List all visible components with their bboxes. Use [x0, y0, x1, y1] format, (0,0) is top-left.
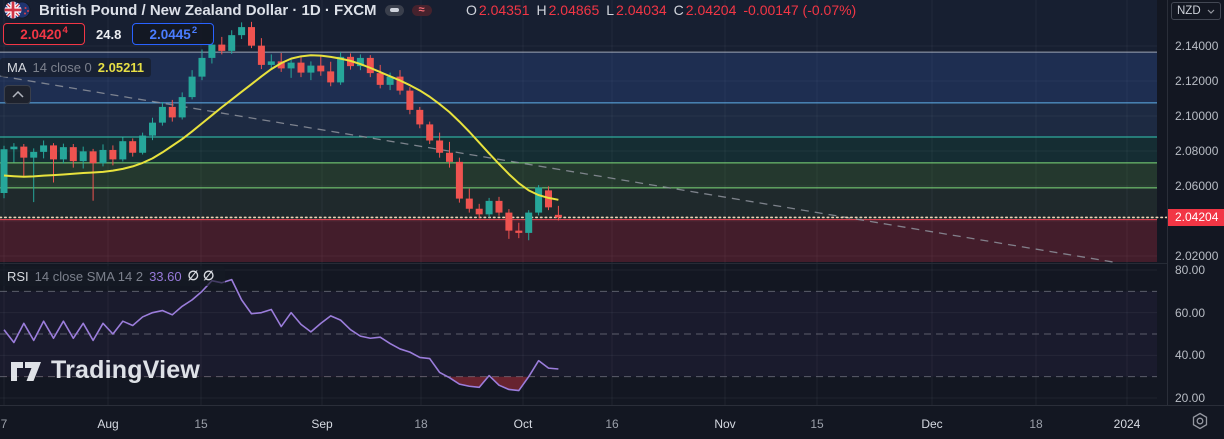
time-axis-label: 16 — [605, 417, 619, 431]
sell-button[interactable]: 2.0420 4 — [3, 23, 85, 45]
trade-widget: 2.0420 4 24.8 2.0445 2 — [3, 23, 215, 45]
time-axis-label: Dec — [921, 417, 943, 431]
price-axis-label: 2.14000 — [1175, 39, 1219, 53]
rsi-value: 33.60 — [149, 268, 182, 284]
rsi-legend[interactable]: RSI 14 close SMA 14 2 33.60 ∅∅ — [0, 266, 226, 286]
collapse-pane-button[interactable] — [4, 85, 31, 104]
rsi-params: 14 close SMA 14 2 — [34, 268, 144, 284]
last-price-label: 2.04204 — [1168, 208, 1224, 226]
spread-value: 24.8 — [96, 26, 122, 42]
time-axis-label: Sep — [311, 417, 333, 431]
pane-separator[interactable] — [0, 263, 1224, 264]
tradingview-logo-icon — [11, 361, 41, 381]
ma-params: 14 close 0 — [32, 60, 92, 75]
legend-dash-toggle-icon[interactable] — [384, 4, 404, 16]
ma-legend[interactable]: MA 14 close 0 2.05211 — [0, 58, 152, 77]
close-label: C — [673, 2, 684, 18]
time-axis-label: Aug — [97, 417, 119, 431]
currency-label: NZD — [1177, 5, 1201, 17]
change-value: -0.00147 (-0.07%) — [743, 2, 857, 18]
price-axis-label: 2.10000 — [1175, 109, 1219, 123]
buy-button[interactable]: 2.0445 2 — [132, 23, 215, 45]
open-label: O — [466, 2, 477, 18]
high-value: 2.04865 — [548, 2, 600, 18]
time-axis-label: Oct — [513, 417, 533, 431]
price-axis-label: 60.00 — [1175, 306, 1206, 320]
price-axis-label: 2.02000 — [1175, 249, 1219, 263]
symbol-title[interactable]: British Pound / New Zealand Dollar · 1D … — [39, 2, 377, 19]
gbp-nzd-flags-icon — [4, 1, 31, 19]
ohlc-readout: O 2.04351 H 2.04865 L 2.04034 C 2.04204 -0.0… — [466, 2, 856, 18]
high-label: H — [536, 2, 547, 18]
currency-selector[interactable]: NZD — [1171, 2, 1221, 20]
chevron-up-icon — [11, 91, 24, 98]
time-axis[interactable]: 7 Aug 15 Sep 18 Oct 16 Nov 15 Dec 18 2024 — [0, 405, 1224, 439]
time-axis-label: 15 — [194, 417, 208, 431]
ma-name: MA — [7, 60, 27, 75]
price-axis-label: 80.00 — [1175, 263, 1206, 277]
rsi-name: RSI — [7, 268, 29, 284]
time-axis-label: 15 — [810, 417, 824, 431]
price-axis-label: 2.06000 — [1175, 179, 1219, 193]
tradingview-watermark: TradingView — [10, 356, 200, 385]
legend-wave-toggle-icon[interactable]: ≈ — [411, 4, 432, 16]
low-value: 2.04034 — [616, 2, 667, 18]
rsi-empty-marker: ∅∅ — [187, 268, 219, 283]
low-label: L — [606, 2, 615, 18]
price-axis-label: 20.00 — [1175, 391, 1206, 405]
price-axis[interactable]: NZD 2.04204 2.14000 2.12000 2.10000 2.08000… — [1167, 0, 1224, 439]
time-axis-label: Nov — [714, 417, 736, 431]
open-value: 2.04351 — [478, 2, 530, 18]
time-axis-label: 2024 — [1113, 417, 1141, 431]
timezone-settings-icon[interactable] — [1191, 412, 1209, 430]
symbol-legend: British Pound / New Zealand Dollar · 1D … — [4, 1, 432, 19]
ma-value: 2.05211 — [97, 60, 145, 75]
time-axis-label: 18 — [414, 417, 428, 431]
tradingview-chart-window: British Pound / New Zealand Dollar · 1D … — [0, 0, 1224, 439]
price-axis-label: 2.12000 — [1175, 74, 1219, 88]
time-axis-label: 7 — [0, 417, 8, 431]
price-axis-label: 40.00 — [1175, 348, 1206, 362]
close-value: 2.04204 — [685, 2, 737, 18]
price-axis-label: 2.08000 — [1175, 144, 1219, 158]
chevron-down-icon — [1207, 9, 1215, 14]
watermark-text: TradingView — [51, 356, 201, 384]
time-axis-label: 18 — [1029, 417, 1043, 431]
